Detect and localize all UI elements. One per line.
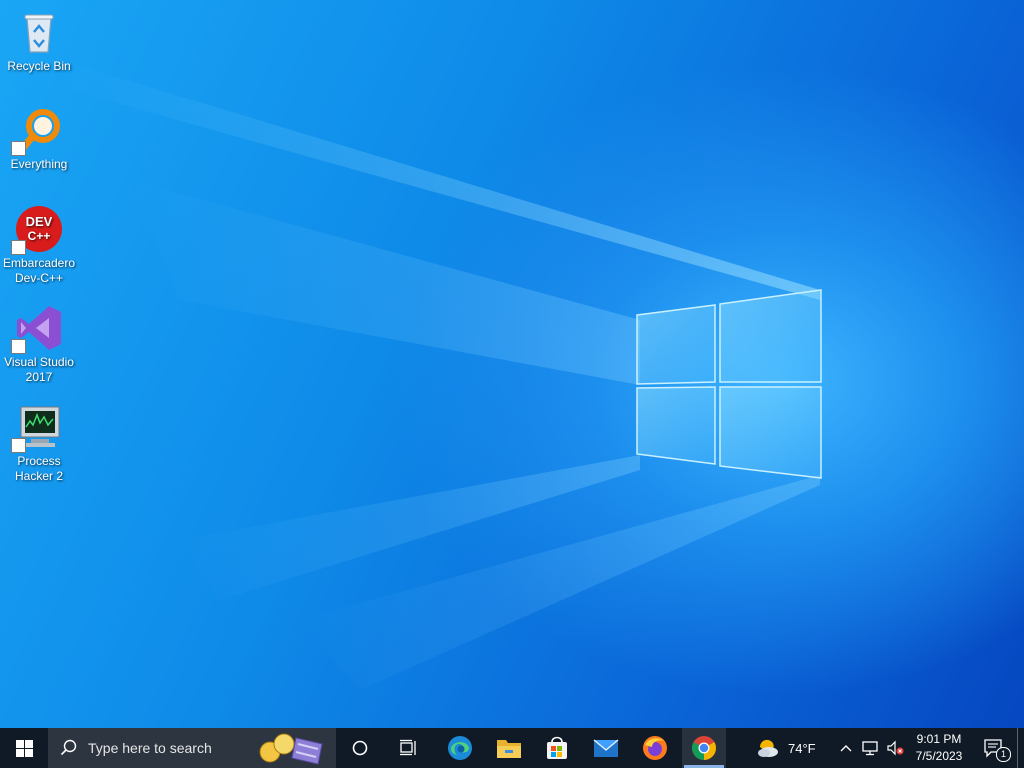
network-tray-button[interactable] <box>858 728 882 768</box>
desktop-icon-process-hacker[interactable]: Process Hacker 2 <box>0 403 78 484</box>
desktop-icon-label: Process Hacker 2 <box>14 454 64 483</box>
taskbar-search-box[interactable]: Type here to search <box>48 728 336 768</box>
windows-logo-wallpaper <box>636 289 822 479</box>
search-icon <box>60 739 77 756</box>
action-center-button[interactable]: 1 <box>978 728 1011 768</box>
desktop-icon-label: Embarcadero Dev-C++ <box>2 256 76 285</box>
store-icon <box>547 736 567 759</box>
chevron-up-icon <box>840 745 852 752</box>
desktop-icon-label: Everything <box>10 157 68 171</box>
taskbar-app-store[interactable] <box>535 728 579 768</box>
shortcut-arrow-icon <box>11 240 26 255</box>
cortana-circle-icon <box>352 740 368 756</box>
volume-muted-icon <box>887 740 904 756</box>
taskbar-app-chrome[interactable] <box>682 728 726 768</box>
chrome-icon <box>692 736 716 760</box>
notification-count-badge: 1 <box>996 747 1011 762</box>
shortcut-arrow-icon <box>11 438 26 453</box>
firefox-icon <box>643 736 667 760</box>
taskbar-clock[interactable]: 9:01 PM 7/5/2023 <box>906 731 972 765</box>
svg-text:C++: C++ <box>28 229 51 243</box>
desktop-icon-label: Visual Studio 2017 <box>4 355 74 384</box>
search-highlight-theater-icon <box>259 733 323 765</box>
everything-search-icon <box>11 106 63 156</box>
visual-studio-icon <box>11 304 63 354</box>
mail-icon <box>593 739 619 757</box>
folder-icon <box>497 740 521 758</box>
weather-temperature: 74°F <box>788 740 816 756</box>
start-button[interactable] <box>0 728 48 768</box>
taskbar-app-firefox[interactable] <box>633 728 677 768</box>
taskbar-app-file-explorer[interactable] <box>487 728 531 768</box>
shortcut-arrow-icon <box>11 141 26 156</box>
search-placeholder: Type here to search <box>88 740 212 756</box>
desktop-icon-recycle-bin[interactable]: Recycle Bin <box>0 8 78 74</box>
clock-time: 9:01 PM <box>916 732 962 746</box>
clock-date: 7/5/2023 <box>915 749 963 763</box>
desktop-icon-everything[interactable]: Everything <box>0 106 78 172</box>
network-ethernet-icon <box>862 741 878 756</box>
dev-cpp-icon: DEV C++ <box>11 205 63 255</box>
shortcut-arrow-icon <box>11 339 26 354</box>
process-hacker-icon <box>11 403 63 453</box>
taskbar-app-edge[interactable] <box>438 728 482 768</box>
taskbar-app-mail[interactable] <box>584 728 628 768</box>
recycle-bin-icon <box>15 8 63 56</box>
desktop-icon-dev-cpp[interactable]: DEV C++ Embarcadero Dev-C++ <box>0 205 78 286</box>
svg-text:DEV: DEV <box>26 214 53 229</box>
desktop-icon-label: Recycle Bin <box>7 59 71 73</box>
windows-start-icon <box>15 739 33 757</box>
desktop-wallpaper[interactable]: Recycle Bin Everything DEV C++ Embarcade… <box>0 0 1024 728</box>
show-hidden-icons-button[interactable] <box>836 728 856 768</box>
wallpaper-light-beams <box>60 60 820 690</box>
weather-partly-cloudy-icon <box>758 739 778 757</box>
taskbar: Type here to search 74°F 9:01 PM 7/5/202… <box>0 728 1024 768</box>
task-view-button[interactable] <box>386 728 430 768</box>
show-desktop-button[interactable] <box>1017 728 1018 768</box>
task-view-icon <box>400 739 416 756</box>
edge-icon <box>448 736 472 760</box>
weather-widget[interactable]: 74°F <box>750 728 822 768</box>
desktop-icon-visual-studio[interactable]: Visual Studio 2017 <box>0 304 78 385</box>
cortana-button[interactable] <box>338 728 382 768</box>
volume-tray-button[interactable] <box>884 728 906 768</box>
